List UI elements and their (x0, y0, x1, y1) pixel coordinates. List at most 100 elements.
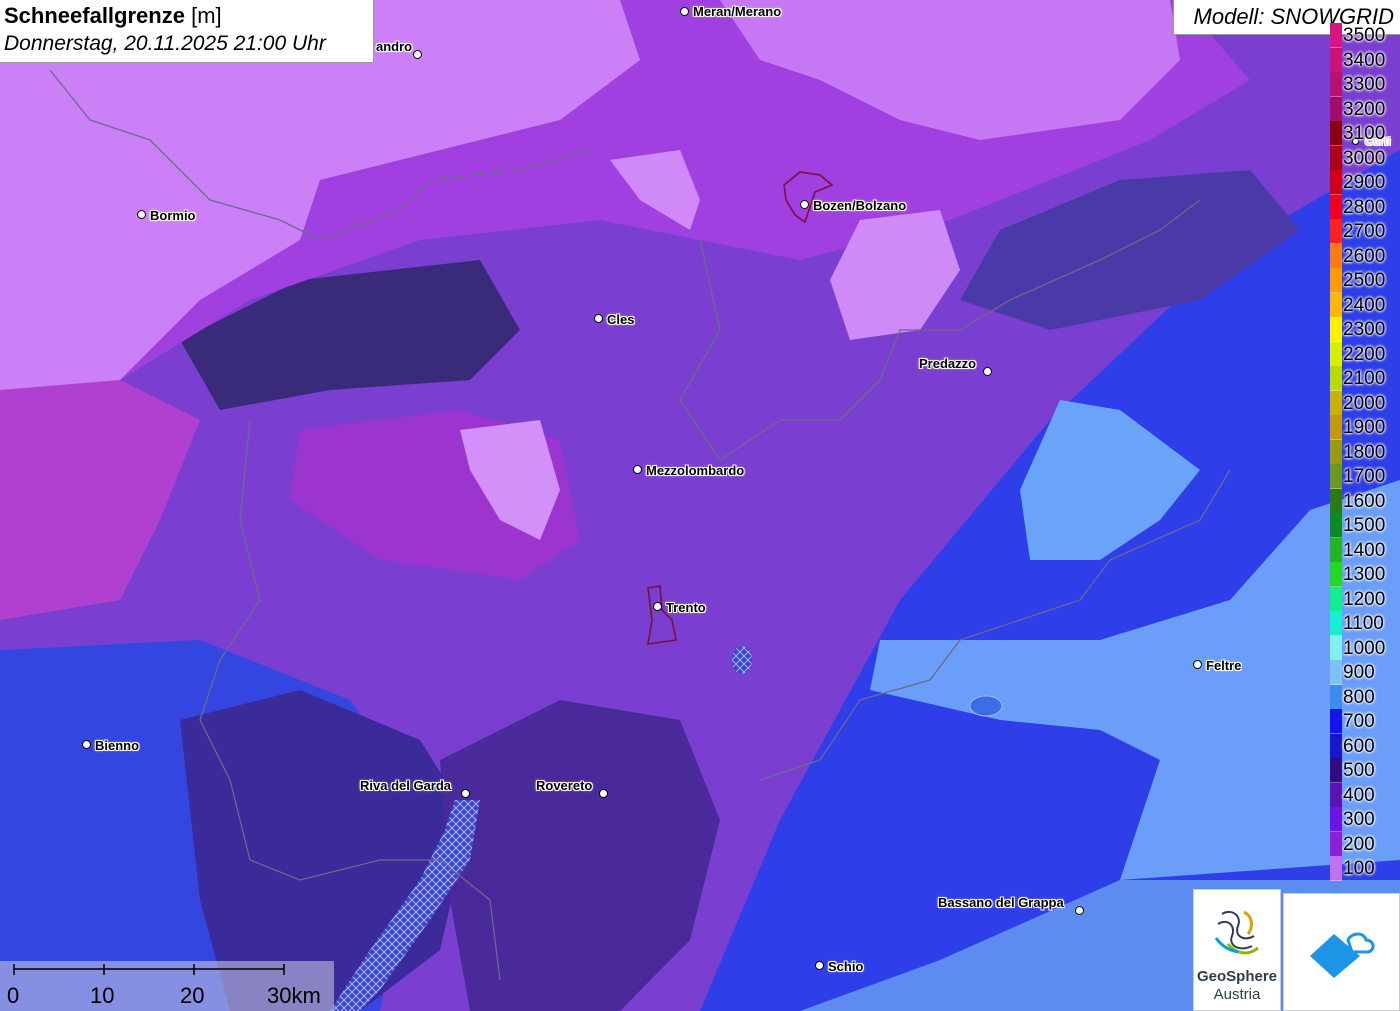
city-marker (599, 789, 608, 798)
legend-swatch (1330, 660, 1342, 685)
legend-label: 1600 (1343, 490, 1386, 512)
legend-swatch (1330, 537, 1342, 563)
scale-label: 0 (7, 983, 20, 1008)
legend-row: 400 (1328, 782, 1400, 808)
legend-label: 2400 (1343, 294, 1386, 316)
legend-row: 500 (1328, 758, 1400, 783)
legend-swatch (1330, 807, 1342, 832)
legend-row: 200 (1328, 831, 1400, 857)
legend-swatch (1330, 415, 1342, 440)
legend-swatch (1330, 856, 1342, 881)
legend-label: 2200 (1343, 343, 1386, 365)
legend-row: 1100 (1328, 611, 1400, 636)
city-label-predazzo: Predazzo (919, 356, 977, 371)
city-marker (1193, 660, 1202, 669)
city-label-bassano: Bassano del Grappa (938, 895, 1064, 910)
legend-label: 600 (1343, 735, 1375, 757)
legend-row: 3500 (1328, 23, 1400, 48)
legend-label: 900 (1343, 662, 1375, 683)
legend-swatch (1330, 709, 1342, 734)
legend-row: 2600 (1328, 243, 1400, 269)
legend-label: 200 (1343, 833, 1375, 855)
map-datetime: Donnerstag, 20.11.2025 21:00 Uhr (4, 32, 326, 55)
legend-swatch (1330, 170, 1342, 195)
city-label-mezzolombardo: Mezzolombardo (646, 463, 745, 478)
legend-label: 2300 (1343, 319, 1386, 340)
legend-swatch (1330, 831, 1342, 857)
legend-row: 1600 (1328, 488, 1400, 514)
color-legend: 3500 3400 3300 3200 3100 3000 2900 2800 2700 2600… (1328, 23, 1400, 890)
city-label-bolzano: Bozen/Bolzano (813, 198, 907, 213)
legend-label: 2800 (1343, 196, 1386, 218)
city-marker (82, 740, 91, 749)
legend-row: 100 (1328, 856, 1400, 881)
app-icon-shape (1310, 932, 1375, 978)
legend-label: 800 (1343, 686, 1375, 708)
legend-swatch (1330, 194, 1342, 220)
legend-label: 2700 (1343, 221, 1386, 242)
legend-label: 500 (1343, 760, 1375, 781)
legend-row: 2700 (1328, 219, 1400, 244)
scale-bar: 0 10 20 30km (0, 961, 334, 1011)
scale-label: 30km (267, 983, 321, 1008)
legend-swatch (1330, 586, 1342, 612)
legend-swatch (1330, 268, 1342, 293)
scale-label: 20 (180, 983, 205, 1008)
city-marker (1075, 906, 1084, 915)
legend-row: 1700 (1328, 464, 1400, 489)
legend-swatch (1330, 733, 1342, 759)
legend-label: 2500 (1343, 270, 1386, 291)
legend-swatch (1330, 145, 1342, 171)
legend-label: 2600 (1343, 245, 1386, 267)
legend-swatch (1330, 341, 1342, 367)
city-marker (680, 7, 689, 16)
legend-row: 300 (1328, 807, 1400, 832)
city-label-bormio: Bormio (150, 208, 196, 223)
snow-app-icon[interactable] (1283, 893, 1400, 1011)
scale-label: 10 (90, 983, 115, 1008)
legend-swatch (1330, 611, 1342, 636)
legend-swatch (1330, 121, 1342, 146)
legend-row: 900 (1328, 660, 1400, 685)
legend-swatch (1330, 47, 1342, 73)
snowfall-map[interactable] (0, 0, 1400, 1011)
legend-label: 1300 (1343, 564, 1386, 585)
legend-label: 3300 (1343, 74, 1386, 95)
legend-label: 3400 (1343, 49, 1386, 71)
map-title: Schneefallgrenze [m] (4, 2, 369, 30)
legend-label: 1500 (1343, 515, 1386, 536)
legend-row: 800 (1328, 684, 1400, 710)
legend-label: 100 (1343, 858, 1375, 879)
legend-label: 1800 (1343, 441, 1386, 463)
legend-row: 2100 (1328, 366, 1400, 391)
legend-row: 3100 (1328, 121, 1400, 146)
legend-label: 1700 (1343, 466, 1386, 487)
legend-label: 300 (1343, 809, 1375, 830)
geosphere-logo-icon (1214, 910, 1259, 955)
geosphere-logo[interactable]: GeoSphere Austria (1193, 889, 1281, 1011)
legend-row: 1300 (1328, 562, 1400, 587)
city-marker (653, 602, 662, 611)
legend-label: 400 (1343, 784, 1375, 806)
legend-row: 2900 (1328, 170, 1400, 195)
city-marker (800, 200, 809, 209)
legend-swatch (1330, 635, 1342, 661)
legend-swatch (1330, 317, 1342, 342)
legend-label: 2900 (1343, 172, 1386, 193)
legend-label: 3100 (1343, 123, 1386, 144)
legend-swatch (1330, 782, 1342, 808)
legend-row: 1400 (1328, 537, 1400, 563)
city-label-rovereto: Rovereto (536, 778, 593, 793)
city-label-cles: Cles (607, 312, 635, 327)
legend-swatch (1330, 72, 1342, 97)
legend-swatch (1330, 96, 1342, 122)
legend-label: 3200 (1343, 98, 1386, 120)
city-label-silandro: andro (376, 39, 413, 54)
legend-swatch (1330, 439, 1342, 465)
city-marker (461, 789, 470, 798)
legend-label: 2000 (1343, 392, 1386, 414)
city-marker (137, 210, 146, 219)
map-title-box: Schneefallgrenze [m] Donnerstag, 20.11.2… (0, 0, 374, 63)
logo-text-austria: Austria (1213, 986, 1261, 1003)
legend-swatch (1330, 292, 1342, 318)
